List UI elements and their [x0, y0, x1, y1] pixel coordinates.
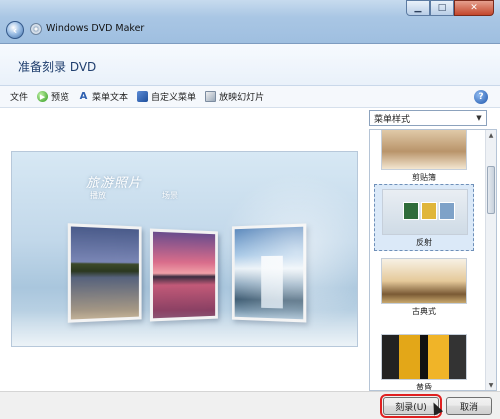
page-header: 准备刻录 DVD — [0, 44, 500, 86]
slideshow-button[interactable]: 放映幻灯片 — [205, 90, 264, 103]
preview-reflection — [12, 310, 357, 346]
window-controls: ▁ □ ✕ — [406, 0, 494, 16]
style-thumbnail — [381, 258, 467, 304]
menu-text-label: 菜单文本 — [92, 93, 129, 103]
customize-menu-label: 自定义菜单 — [151, 93, 197, 103]
slideshow-icon — [205, 91, 217, 102]
scrollbar-thumb[interactable] — [487, 166, 495, 214]
style-thumbnail — [382, 189, 468, 235]
thumb-photo — [421, 202, 437, 220]
footer-bar: 刻录(U) 取消 — [0, 391, 500, 419]
text-icon: A — [79, 91, 88, 102]
style-item-classic[interactable]: 古典式 — [374, 258, 474, 317]
close-button[interactable]: ✕ — [454, 0, 494, 16]
thumb-photo — [403, 202, 419, 220]
style-name: 黄昏 — [416, 383, 432, 391]
preview-play-link: 播放 — [90, 191, 106, 200]
preview-label: 预览 — [51, 93, 70, 103]
customize-menu-button[interactable]: 自定义菜单 — [137, 90, 196, 103]
thumb-photo — [439, 202, 455, 220]
preview-scenes-link: 场景 — [162, 191, 178, 200]
style-name: 古典式 — [412, 307, 436, 316]
menu-styles-list: 剪贴簿 反射 古典式 黄昏 ▲ ▼ — [369, 129, 497, 391]
file-menu[interactable]: 文件 — [10, 90, 28, 103]
maximize-button[interactable]: □ — [430, 0, 454, 16]
style-name: 剪贴簿 — [412, 173, 436, 182]
customize-icon — [137, 91, 149, 102]
file-menu-label: 文件 — [10, 93, 29, 103]
style-item-reflection[interactable]: 反射 — [374, 184, 474, 251]
preview-title: 旅游照片 — [86, 176, 143, 191]
style-item-scrapbook[interactable]: 剪贴簿 — [374, 130, 474, 183]
cancel-button[interactable]: 取消 — [446, 397, 492, 415]
style-thumbnail — [381, 334, 467, 380]
preview-photo-sunset — [149, 228, 218, 322]
play-icon: ▶ — [37, 91, 49, 102]
style-name: 反射 — [416, 238, 432, 247]
title-bar: ▁ □ ✕ ‹ Windows DVD Maker — [0, 0, 500, 44]
window-title: Windows DVD Maker — [46, 23, 145, 34]
style-thumbnail — [381, 130, 467, 170]
menu-text-button[interactable]: A 菜单文本 — [78, 90, 128, 103]
preview-button[interactable]: ▶ 预览 — [37, 90, 69, 103]
menu-styles-selected: 菜单样式 — [374, 114, 411, 125]
scroll-down-icon[interactable]: ▼ — [486, 380, 496, 390]
chevron-down-icon: ▼ — [476, 114, 482, 122]
dvd-maker-icon — [30, 23, 42, 35]
styles-scrollbar[interactable]: ▲ ▼ — [485, 130, 496, 390]
preview-photo-waterfall — [231, 223, 307, 323]
menu-styles-dropdown[interactable]: 菜单样式 ▼ — [369, 110, 487, 126]
minimize-button[interactable]: ▁ — [406, 0, 430, 16]
help-icon[interactable]: ? — [474, 90, 488, 104]
main-area: 旅游照片 播放 场景 菜单样式 ▼ 剪贴簿 反射 古典式 黄昏 ▲ ▼ — [0, 109, 500, 391]
toolbar: 文件 ▶ 预览 A 菜单文本 自定义菜单 放映幻灯片 — [0, 86, 500, 108]
preview-photo-reeds — [67, 223, 142, 323]
page-title: 准备刻录 DVD — [18, 60, 97, 74]
scroll-up-icon[interactable]: ▲ — [486, 130, 496, 140]
style-item-dusk[interactable]: 黄昏 — [374, 334, 474, 391]
back-arrow-icon[interactable]: ‹ — [6, 21, 24, 39]
menu-preview: 旅游照片 播放 场景 — [11, 151, 358, 347]
slideshow-label: 放映幻灯片 — [219, 93, 265, 103]
